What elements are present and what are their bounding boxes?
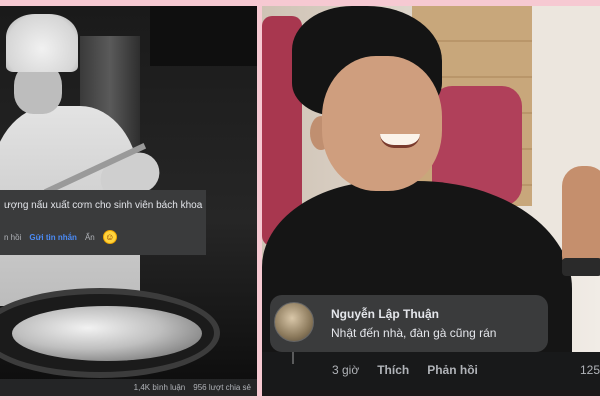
- comment-text: ượng nấu xuất cơm cho sinh viên bách kho…: [4, 200, 203, 211]
- smiling-face: [322, 56, 442, 191]
- send-message-link[interactable]: Gửi tin nhắn: [29, 233, 77, 242]
- post-stats-bar: 1,4K bình luận 956 lượt chia sẻ: [0, 379, 257, 396]
- reply-link[interactable]: n hồi: [4, 233, 21, 242]
- hide-link[interactable]: Ẩn: [85, 233, 95, 242]
- avatar[interactable]: [274, 302, 314, 342]
- reaction-count[interactable]: 125: [580, 363, 600, 377]
- reply-button[interactable]: Phản hồi: [427, 363, 478, 377]
- left-screenshot: ượng nấu xuất cơm cho sinh viên bách kho…: [0, 6, 257, 396]
- emoji-reaction-icon[interactable]: ☺: [102, 230, 117, 244]
- like-button[interactable]: Thích: [377, 363, 409, 377]
- comment-author[interactable]: Nguyễn Lập Thuận: [331, 307, 439, 321]
- comment-text: Nhật đến nhà, đàn gà cũng rán: [331, 326, 497, 340]
- right-screenshot: Nguyễn Lập Thuận Nhật đến nhà, đàn gà cũ…: [262, 6, 600, 396]
- chef-hat: [6, 14, 78, 72]
- dark-corner: [150, 6, 257, 66]
- comment-actions: 3 giờ Thích Phản hồi: [332, 363, 478, 377]
- comment-count[interactable]: 1,4K bình luận: [134, 383, 186, 392]
- comment-box: ượng nấu xuất cơm cho sinh viên bách kho…: [0, 190, 206, 255]
- comment-actions: n hồi Gửi tin nhắn Ẩn ☺: [4, 230, 117, 244]
- comment-time[interactable]: 3 giờ: [332, 363, 359, 377]
- share-count[interactable]: 956 lượt chia sẻ: [193, 383, 251, 392]
- wristwatch: [562, 258, 600, 276]
- fried-food: [12, 306, 202, 361]
